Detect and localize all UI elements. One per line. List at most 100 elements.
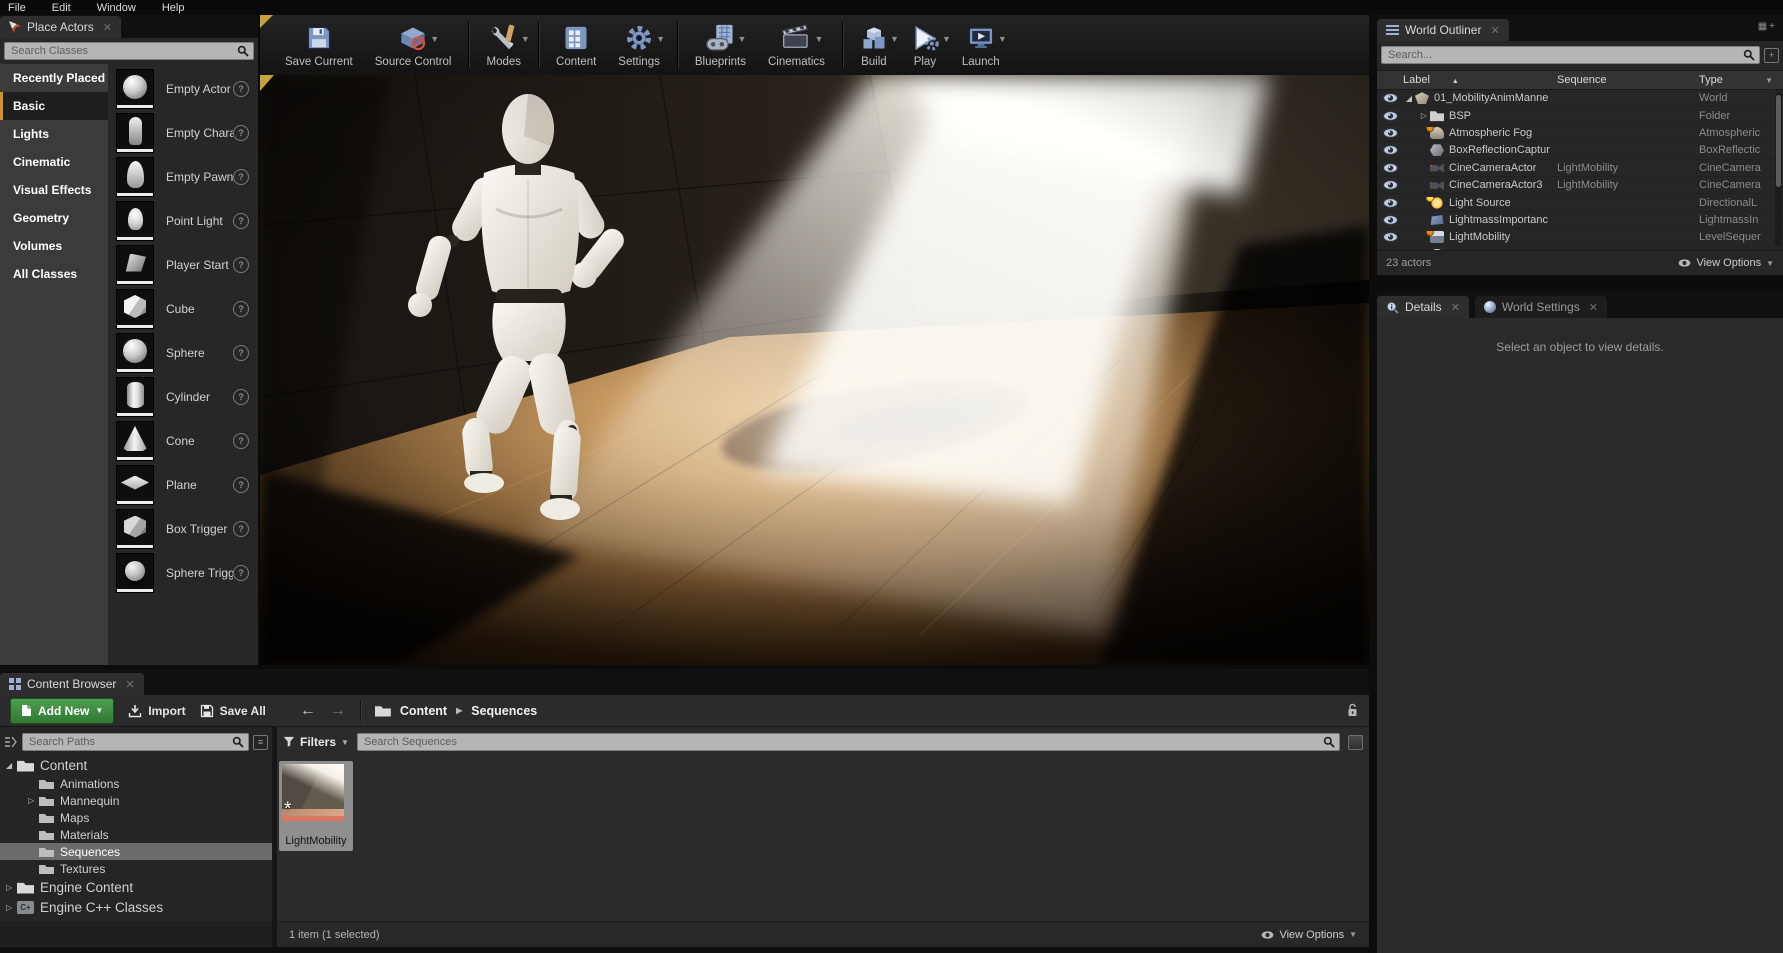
actor-thumbnail[interactable]: [116, 289, 154, 329]
import-button[interactable]: Import: [128, 704, 186, 718]
folder-tree-item[interactable]: ▷ Engine Content: [0, 877, 272, 897]
help-icon[interactable]: ?: [233, 257, 249, 273]
content-browser-tab[interactable]: Content Browser ✕: [0, 673, 144, 695]
menu-item-edit[interactable]: Edit: [52, 2, 71, 14]
search-classes-input[interactable]: [4, 42, 254, 60]
close-icon[interactable]: ✕: [103, 21, 112, 34]
view-list-icon[interactable]: ≡: [253, 734, 268, 750]
chevron-down-icon[interactable]: ▼: [430, 34, 439, 44]
folder-tree-item[interactable]: Materials: [0, 826, 272, 843]
help-icon[interactable]: ?: [233, 301, 249, 317]
column-header-type[interactable]: Type ▼: [1699, 74, 1783, 86]
forward-button[interactable]: →: [330, 702, 346, 720]
expander-icon[interactable]: ▷: [28, 796, 39, 805]
place-actor-item[interactable]: Cone ?: [108, 419, 258, 463]
chevron-down-icon[interactable]: ▼: [521, 34, 530, 44]
visibility-eye-icon[interactable]: [1377, 128, 1403, 138]
expander-icon[interactable]: ◢: [1403, 94, 1415, 103]
place-actor-item[interactable]: Cylinder ?: [108, 375, 258, 419]
place-actor-item[interactable]: Sphere ?: [108, 331, 258, 375]
launch-button[interactable]: ▼ Launch: [951, 20, 1011, 70]
actor-thumbnail[interactable]: [116, 377, 154, 417]
blueprints-button[interactable]: ▼ Blueprints: [684, 20, 757, 70]
actor-thumbnail[interactable]: [116, 509, 154, 549]
help-icon[interactable]: ?: [233, 213, 249, 229]
place-category[interactable]: Recently Placed: [0, 64, 108, 92]
folder-tree-item[interactable]: Maps: [0, 809, 272, 826]
outliner-scrollbar[interactable]: [1775, 92, 1782, 246]
outliner-row[interactable]: Atmospheric Fog Atmospheric: [1377, 125, 1783, 143]
visibility-eye-icon[interactable]: [1377, 180, 1403, 190]
asset-thumbnail[interactable]: [282, 764, 344, 821]
help-icon[interactable]: ?: [233, 345, 249, 361]
place-category[interactable]: Lights: [0, 120, 108, 148]
source-control-button[interactable]: ▼ Source Control: [364, 20, 463, 70]
help-icon[interactable]: ?: [233, 389, 249, 405]
outliner-row[interactable]: CineCameraActor LightMobility CineCamera: [1377, 160, 1783, 177]
visibility-eye-icon[interactable]: [1377, 232, 1403, 243]
help-icon[interactable]: ?: [233, 521, 249, 537]
place-actor-item[interactable]: Sphere Trigge ?: [108, 551, 258, 595]
actor-thumbnail[interactable]: [116, 465, 154, 505]
scrollbar-thumb[interactable]: [1776, 95, 1781, 187]
visibility-eye-icon[interactable]: [1377, 145, 1403, 156]
outliner-search-input[interactable]: [1381, 46, 1760, 64]
outliner-row[interactable]: ◢ 01_MobilityAnimManne World: [1377, 90, 1783, 108]
content-button[interactable]: Content: [545, 20, 607, 70]
place-actor-item[interactable]: Box Trigger ?: [108, 507, 258, 551]
breadcrumb-sequences[interactable]: Sequences: [471, 704, 537, 718]
help-icon[interactable]: ?: [233, 433, 249, 449]
outliner-view-options-button[interactable]: View Options ▼: [1678, 257, 1774, 269]
back-button[interactable]: ←: [300, 702, 316, 720]
actor-thumbnail[interactable]: [116, 553, 154, 593]
save-search-icon[interactable]: [1348, 734, 1363, 750]
column-header-label[interactable]: Label ▲: [1403, 74, 1557, 86]
folder-tree-item[interactable]: Sequences: [0, 843, 272, 860]
place-actor-item[interactable]: Point Light ?: [108, 199, 258, 243]
actor-thumbnail[interactable]: [116, 157, 154, 197]
chevron-down-icon[interactable]: ▼: [998, 34, 1007, 44]
search-sequences-input[interactable]: [356, 733, 1340, 751]
close-icon[interactable]: ✕: [1451, 301, 1460, 314]
help-icon[interactable]: ?: [233, 81, 249, 97]
folder-tree-item[interactable]: ▷ Mannequin: [0, 792, 272, 809]
actor-thumbnail[interactable]: [116, 113, 154, 153]
folder-tree-item[interactable]: ◢ Content: [0, 755, 272, 775]
place-actors-tab[interactable]: Place Actors ✕: [0, 16, 121, 38]
actor-thumbnail[interactable]: [116, 333, 154, 373]
actor-thumbnail[interactable]: [116, 421, 154, 461]
cb-view-options-button[interactable]: View Options ▼: [1261, 929, 1357, 941]
column-filter-icon[interactable]: ▼: [1765, 76, 1773, 85]
visibility-eye-icon[interactable]: [1377, 215, 1403, 225]
place-actor-item[interactable]: Empty Pawn ?: [108, 155, 258, 199]
help-icon[interactable]: ?: [233, 565, 249, 581]
close-icon[interactable]: ✕: [1490, 24, 1499, 37]
actor-thumbnail[interactable]: [116, 69, 154, 109]
viewport-3d[interactable]: [260, 75, 1369, 665]
panel-divider[interactable]: [1369, 15, 1377, 953]
place-category[interactable]: All Classes: [0, 260, 108, 288]
expander-icon[interactable]: ▷: [6, 903, 17, 912]
play-button[interactable]: ▼ Play: [899, 20, 951, 70]
expander-icon[interactable]: ▷: [6, 883, 17, 892]
column-header-sequence[interactable]: Sequence: [1557, 74, 1699, 86]
filters-button[interactable]: Filters ▼: [283, 735, 349, 749]
outliner-row[interactable]: CineCameraActor3 LightMobility CineCamer…: [1377, 177, 1783, 195]
place-category[interactable]: Visual Effects: [0, 176, 108, 204]
expander-icon[interactable]: ◢: [6, 761, 17, 770]
actor-thumbnail[interactable]: [116, 245, 154, 285]
chevron-down-icon[interactable]: ▼: [890, 34, 899, 44]
save-current-button[interactable]: Save Current: [274, 20, 364, 70]
menu-item-window[interactable]: Window: [97, 2, 136, 14]
visibility-eye-icon[interactable]: [1377, 197, 1403, 208]
chevron-down-icon[interactable]: ▼: [656, 34, 665, 44]
place-actor-item[interactable]: Empty Actor ?: [108, 67, 258, 111]
chevron-down-icon[interactable]: ▼: [815, 34, 824, 44]
asset-grid[interactable]: LightMobility: [277, 757, 1369, 921]
actor-thumbnail[interactable]: [116, 201, 154, 241]
breadcrumb-content[interactable]: Content: [400, 704, 447, 718]
chevron-down-icon[interactable]: ▼: [942, 34, 951, 44]
outliner-row[interactable]: BoxReflectionCaptur BoxReflectic: [1377, 142, 1783, 160]
folder-tree-item[interactable]: ▷ Engine C++ Classes: [0, 897, 272, 917]
place-actor-item[interactable]: Player Start ?: [108, 243, 258, 287]
